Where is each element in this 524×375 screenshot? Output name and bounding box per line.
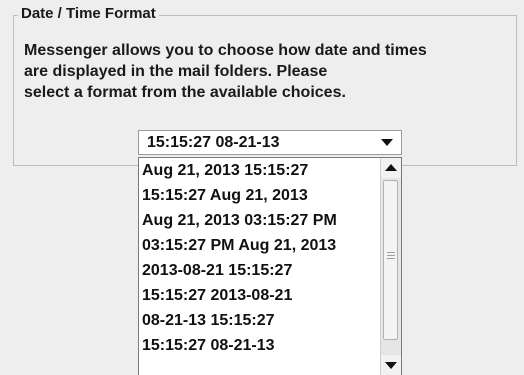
description-line-3: select a format from the available choic…	[24, 84, 346, 101]
scrollbar-thumb[interactable]	[383, 180, 398, 340]
combo-selected-value: 15:15:27 08-21-13	[147, 134, 280, 151]
option-item[interactable]: 15:15:27 08-21-13	[139, 333, 380, 358]
description-line-2: are displayed in the mail folders. Pleas…	[24, 63, 328, 80]
scroll-down-button[interactable]	[381, 355, 401, 375]
option-item[interactable]: Aug 21, 2013 03:15:27 PM	[139, 208, 380, 233]
date-format-combobox[interactable]: 15:15:27 08-21-13	[138, 130, 402, 155]
arrow-up-icon	[385, 164, 397, 171]
description-text: Messenger allows you to choose how date …	[24, 40, 504, 103]
option-item[interactable]: 03:15:27 PM Aug 21, 2013	[139, 233, 380, 258]
grip-icon	[387, 252, 395, 261]
scroll-up-button[interactable]	[381, 158, 401, 178]
date-format-dropdown-list: Aug 21, 2013 15:15:27 15:15:27 Aug 21, 2…	[138, 157, 402, 375]
preferences-panel: Date / Time Format Messenger allows you …	[0, 0, 524, 375]
option-item[interactable]: 08-21-13 15:15:27	[139, 308, 380, 333]
group-title: Date / Time Format	[18, 5, 159, 23]
chevron-down-icon[interactable]	[381, 139, 393, 146]
vertical-scrollbar[interactable]	[380, 158, 401, 375]
option-item[interactable]: Aug 21, 2013 15:15:27	[139, 158, 380, 183]
option-list: Aug 21, 2013 15:15:27 15:15:27 Aug 21, 2…	[139, 158, 380, 358]
option-item[interactable]: 15:15:27 Aug 21, 2013	[139, 183, 380, 208]
option-item[interactable]: 15:15:27 2013-08-21	[139, 283, 380, 308]
arrow-down-icon	[385, 362, 397, 369]
option-item[interactable]: 2013-08-21 15:15:27	[139, 258, 380, 283]
description-line-1: Messenger allows you to choose how date …	[24, 42, 427, 59]
